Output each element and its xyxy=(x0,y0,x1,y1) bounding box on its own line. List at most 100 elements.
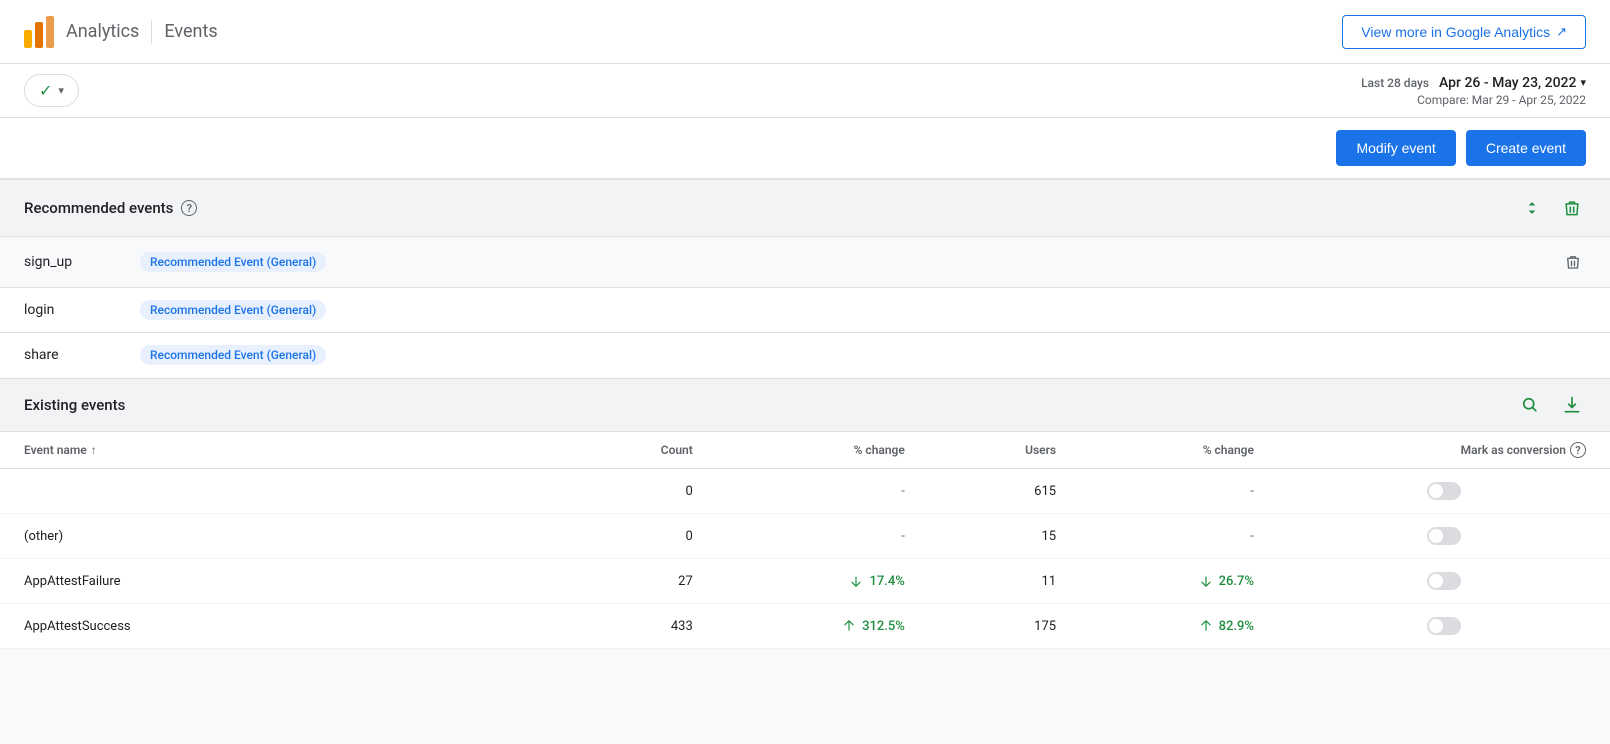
header-subtitle: Events xyxy=(164,21,217,42)
date-label: Last 28 days xyxy=(1361,76,1429,90)
td-count-change: 17.4% xyxy=(717,559,929,604)
recommended-events-title-group: Recommended events ? xyxy=(24,199,197,217)
users-change-up: 82.9% xyxy=(1104,619,1254,634)
td-count-change: 312.5% xyxy=(717,604,929,649)
td-conversion xyxy=(1278,604,1610,649)
filter-button[interactable]: ✓ ▾ xyxy=(24,74,79,107)
date-range-value: Apr 26 - May 23, 2022 xyxy=(1439,75,1576,91)
search-events-icon[interactable] xyxy=(1516,391,1544,419)
create-event-button[interactable]: Create event xyxy=(1466,130,1586,166)
date-dropdown-icon: ▾ xyxy=(1580,76,1586,89)
td-event-name: AppAttestSuccess xyxy=(0,604,564,649)
view-more-google-analytics-button[interactable]: View more in Google Analytics ↗ xyxy=(1342,15,1586,49)
view-more-label: View more in Google Analytics xyxy=(1361,24,1550,40)
event-row-signup: sign_up Recommended Event (General) xyxy=(0,237,1610,288)
td-event-name: (other) xyxy=(0,514,564,559)
event-row-share: share Recommended Event (General) xyxy=(0,333,1610,377)
sort-toggle-icon[interactable] xyxy=(1518,194,1546,222)
event-row-signup-right xyxy=(1560,249,1586,275)
th-count-change: % change xyxy=(717,432,929,469)
users-change-down: 26.7% xyxy=(1104,574,1254,589)
conversion-toggle[interactable] xyxy=(1427,572,1461,590)
count-change-up: 312.5% xyxy=(741,619,905,634)
date-range-container: Last 28 days Apr 26 - May 23, 2022 ▾ Com… xyxy=(1361,75,1586,107)
td-count: 0 xyxy=(564,514,717,559)
event-tag-signup[interactable]: Recommended Event (General) xyxy=(140,252,326,272)
td-count: 433 xyxy=(564,604,717,649)
table-header-row: Event name ↑ Count % change Users % chan… xyxy=(0,432,1610,469)
td-conversion xyxy=(1278,559,1610,604)
existing-events-table: Event name ↑ Count % change Users % chan… xyxy=(0,432,1610,649)
action-buttons-row: Modify event Create event xyxy=(0,118,1610,179)
event-row-login: login Recommended Event (General) xyxy=(0,288,1610,333)
td-event-name xyxy=(0,469,564,514)
conversion-help-icon[interactable]: ? xyxy=(1570,442,1586,458)
event-name-login: login xyxy=(24,302,124,318)
count-change-down: 17.4% xyxy=(741,574,905,589)
download-events-icon[interactable] xyxy=(1558,391,1586,419)
recommended-events-header: Recommended events ? xyxy=(0,180,1610,237)
td-users: 175 xyxy=(929,604,1080,649)
users-change-neutral: - xyxy=(1250,529,1254,544)
toolbar-row: ✓ ▾ Last 28 days Apr 26 - May 23, 2022 ▾… xyxy=(0,64,1610,118)
conversion-toggle[interactable] xyxy=(1427,482,1461,500)
td-count-change: - xyxy=(717,469,929,514)
conversion-toggle[interactable] xyxy=(1427,527,1461,545)
td-users: 11 xyxy=(929,559,1080,604)
event-name-signup: sign_up xyxy=(24,254,124,270)
chevron-down-icon: ▾ xyxy=(58,84,64,97)
table-row: AppAttestFailure 27 17.4% 11 26.7% xyxy=(0,559,1610,604)
delete-signup-icon[interactable] xyxy=(1560,249,1586,275)
recommended-events-title: Recommended events xyxy=(24,199,173,217)
td-users: 615 xyxy=(929,469,1080,514)
external-link-icon: ↗ xyxy=(1556,24,1567,40)
existing-events-section: Existing events Event name ↑ xyxy=(0,378,1610,649)
th-conversion: Mark as conversion ? xyxy=(1278,432,1610,469)
recommended-events-help-icon[interactable]: ? xyxy=(181,200,197,216)
table-row: (other) 0 - 15 - xyxy=(0,514,1610,559)
recommended-events-section: Recommended events ? sign_up Recommended… xyxy=(0,179,1610,377)
td-event-name: AppAttestFailure xyxy=(0,559,564,604)
existing-events-title: Existing events xyxy=(24,396,125,414)
td-users-change: 82.9% xyxy=(1080,604,1278,649)
count-change-neutral: - xyxy=(901,484,905,499)
header: Analytics Events View more in Google Ana… xyxy=(0,0,1610,64)
recommended-section-actions xyxy=(1518,194,1586,222)
td-users-change: - xyxy=(1080,514,1278,559)
table-row: 0 - 615 - xyxy=(0,469,1610,514)
delete-section-icon[interactable] xyxy=(1558,194,1586,222)
td-conversion xyxy=(1278,469,1610,514)
td-count-change: - xyxy=(717,514,929,559)
th-users-change: % change xyxy=(1080,432,1278,469)
event-tag-login[interactable]: Recommended Event (General) xyxy=(140,300,326,320)
th-users[interactable]: Users xyxy=(929,432,1080,469)
table-row: AppAttestSuccess 433 312.5% 175 82.9% xyxy=(0,604,1610,649)
event-tag-share[interactable]: Recommended Event (General) xyxy=(140,345,326,365)
conversion-toggle[interactable] xyxy=(1427,617,1461,635)
header-divider xyxy=(151,20,152,44)
td-users-change: - xyxy=(1080,469,1278,514)
existing-events-header: Existing events xyxy=(0,379,1610,432)
logo-bar-1 xyxy=(24,30,32,48)
td-users-change: 26.7% xyxy=(1080,559,1278,604)
th-event-name[interactable]: Event name ↑ xyxy=(0,432,564,469)
analytics-logo xyxy=(24,16,54,48)
modify-event-button[interactable]: Modify event xyxy=(1336,130,1455,166)
td-conversion xyxy=(1278,514,1610,559)
sort-icon: ↑ xyxy=(91,443,97,457)
td-count: 0 xyxy=(564,469,717,514)
header-left: Analytics Events xyxy=(24,16,218,48)
th-count[interactable]: Count xyxy=(564,432,717,469)
td-users: 15 xyxy=(929,514,1080,559)
date-compare: Compare: Mar 29 - Apr 25, 2022 xyxy=(1361,93,1586,107)
count-change-neutral: - xyxy=(901,529,905,544)
logo-bar-3 xyxy=(46,16,54,48)
logo-bar-2 xyxy=(35,22,43,48)
header-title: Analytics xyxy=(66,21,139,42)
users-change-neutral: - xyxy=(1250,484,1254,499)
date-range-main[interactable]: Last 28 days Apr 26 - May 23, 2022 ▾ xyxy=(1361,75,1586,91)
check-icon: ✓ xyxy=(39,81,52,100)
td-count: 27 xyxy=(564,559,717,604)
event-name-share: share xyxy=(24,347,124,363)
existing-events-actions xyxy=(1516,391,1586,419)
